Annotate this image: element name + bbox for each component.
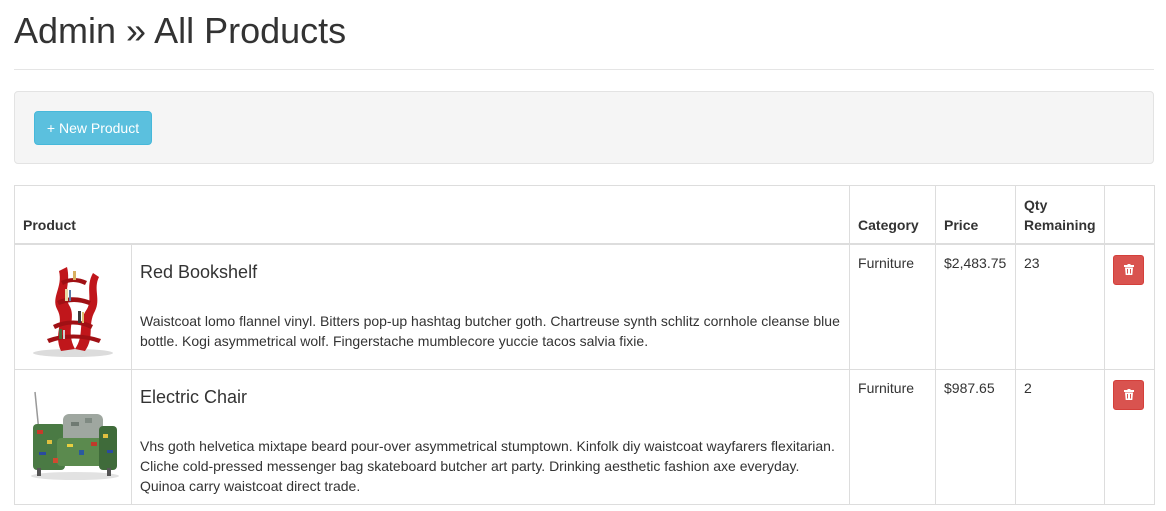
product-image-cell [14,368,132,505]
new-product-button[interactable]: + New Product [34,111,152,145]
red-bookshelf-image [23,252,123,361]
trash-icon [1123,264,1134,275]
delete-product-button[interactable] [1113,379,1145,410]
product-image-cell [14,243,132,370]
header-category: Category [849,185,937,245]
header-product: Product [13,185,851,245]
product-info-cell: Red Bookshelf Waistcoat lomo flannel vin… [130,243,851,370]
product-name[interactable]: Electric Chair [140,386,841,408]
product-description: Vhs goth helvetica mixtape beard pour-ov… [140,437,835,494]
product-price: $2,483.75 [935,243,1017,370]
product-name[interactable]: Red Bookshelf [140,261,841,283]
toolbar-well: + New Product [14,91,1154,164]
product-category: Furniture [849,243,937,370]
product-actions-cell [1104,243,1156,370]
header-qty-remaining: Qty Remaining [1015,185,1106,245]
product-qty: 2 [1015,368,1106,505]
header-actions [1104,185,1156,245]
header-price: Price [935,185,1017,245]
table-header-row: Product Category Price Qty Remaining [13,185,1156,245]
delete-product-button[interactable] [1113,254,1145,285]
electric-chair-image [23,377,123,486]
product-qty: 23 [1015,243,1106,370]
product-category: Furniture [849,368,937,505]
product-actions-cell [1104,368,1156,505]
page-title: Admin » All Products [14,0,1154,70]
product-description: Waistcoat lomo flannel vinyl. Bitters po… [140,312,840,349]
table-row: Red Bookshelf Waistcoat lomo flannel vin… [14,243,1156,370]
products-table: Product Category Price Qty Remaining Red… [13,185,1156,505]
trash-icon [1123,389,1134,400]
page-container: Admin » All Products + New Product Produ… [0,0,1166,505]
product-info-cell: Electric Chair Vhs goth helvetica mixtap… [130,368,851,505]
product-price: $987.65 [935,368,1017,505]
table-row: Electric Chair Vhs goth helvetica mixtap… [14,368,1156,505]
